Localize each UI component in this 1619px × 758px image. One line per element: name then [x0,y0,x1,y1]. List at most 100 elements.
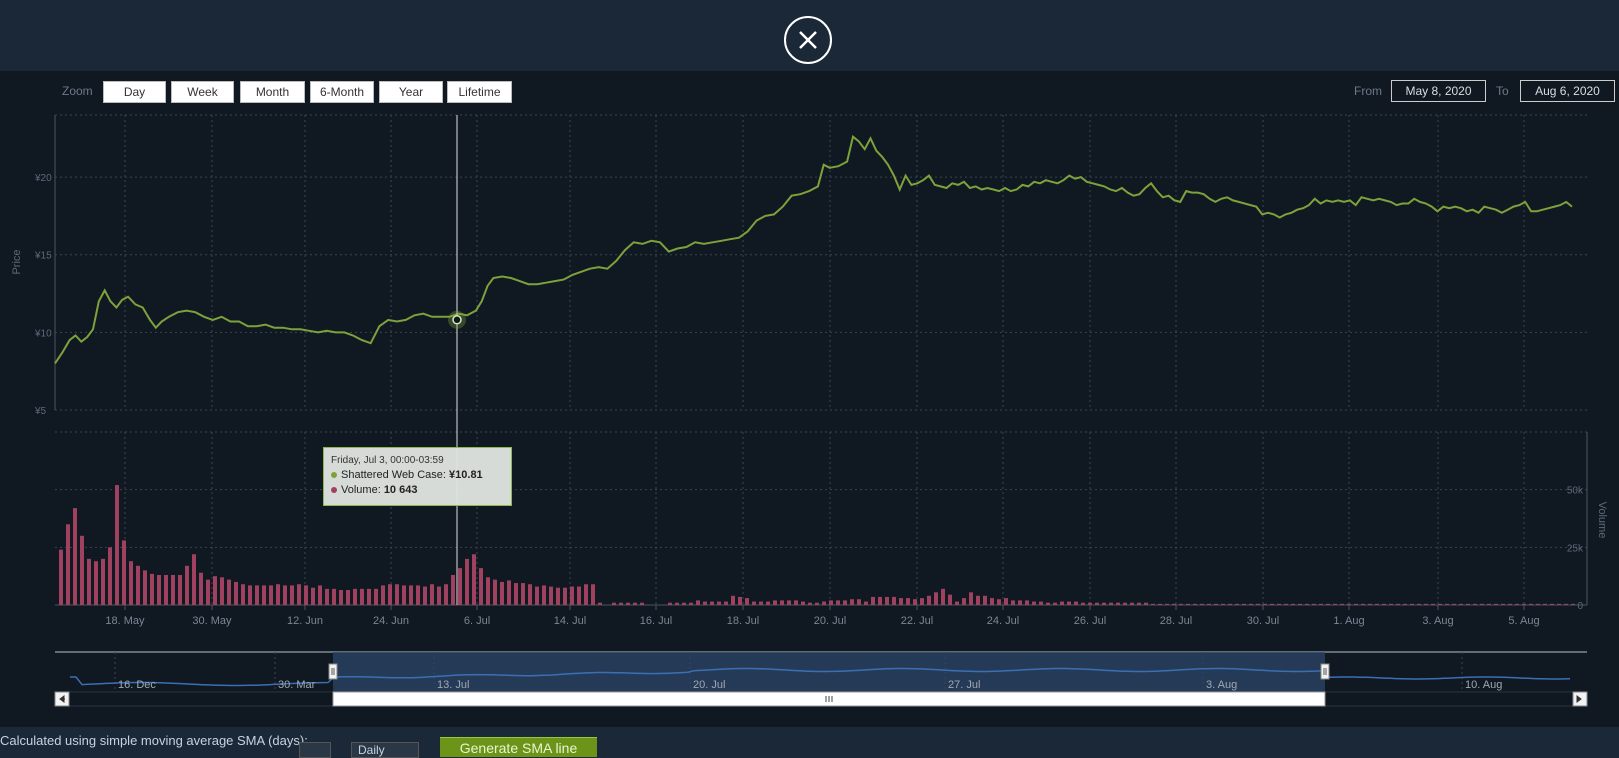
volume-bar [115,485,119,605]
volume-bar [486,577,490,605]
volume-bar [689,602,693,605]
volume-bar [598,602,602,605]
volume-y-tick-label: 50k [1567,486,1584,497]
volume-bar [94,561,98,605]
x-tick-label: 30. May [192,615,232,627]
navigator-tick-label: 3. Aug [1206,679,1237,691]
volume-bar [1116,602,1120,605]
volume-bar [1249,603,1253,605]
volume-bar [668,602,672,605]
volume-bar [1025,600,1029,605]
volume-bar [759,601,763,605]
volume-bar [220,577,224,605]
sma-interval-select[interactable]: Daily [351,742,419,758]
volume-bar [192,554,196,605]
volume-bar [479,568,483,605]
navigator-tick-label: 30. Mar [278,679,316,691]
volume-bar [367,588,371,605]
volume-bar [423,586,427,605]
x-tick-label: 18. Jul [727,615,759,627]
volume-bar [1522,603,1526,605]
volume-bar [1438,603,1442,605]
volume-bar [556,587,560,605]
volume-bar [304,585,308,605]
volume-bar [619,602,623,605]
volume-bar [360,588,364,605]
volume-bar [157,575,161,605]
volume-bar [1004,598,1008,605]
volume-bar [437,586,441,605]
volume-bar [983,595,987,605]
volume-bar [738,596,742,605]
volume-bar [990,598,994,605]
volume-bar [1312,603,1316,605]
volume-bar [234,581,238,605]
volume-bar [388,584,392,605]
volume-bar [1515,603,1519,605]
volume-bar [773,600,777,605]
volume-bar [1032,601,1036,605]
volume-bar [1410,603,1414,605]
volume-bar [395,584,399,605]
volume-bar [80,535,84,605]
volume-bar [1200,603,1204,605]
generate-sma-button[interactable]: Generate SMA line [440,737,597,757]
volume-bar [528,584,532,605]
volume-bar [927,595,931,605]
volume-bar [570,586,574,605]
navigator-tick-label: 20. Jul [693,679,725,691]
volume-bar [283,585,287,605]
volume-bar [920,598,924,605]
volume-bar [297,584,301,605]
volume-bar [101,558,105,605]
volume-bar [381,585,385,605]
navigator-right-handle[interactable] [1320,663,1330,680]
volume-bar [374,588,378,605]
volume-bar [430,584,434,605]
sma-days-input[interactable] [299,742,331,758]
volume-bar [871,596,875,605]
volume-bar [1193,603,1197,605]
x-tick-label: 20. Jul [814,615,846,627]
volume-bar [318,585,322,605]
price-volume-chart[interactable]: ¥5 ¥10 ¥15 ¥20 Price 0 25k 50k Volume 18. May 30. … [0,0,1619,748]
volume-bar [409,585,413,605]
volume-bar [1046,602,1050,605]
volume-bar [444,584,448,605]
volume-bar [710,601,714,605]
volume-bar [745,598,749,605]
volume-bar [1228,603,1232,605]
volume-bar [122,540,126,605]
volume-bar [514,583,518,605]
volume-bar [752,601,756,605]
volume-bar [1487,603,1491,605]
volume-bar [640,602,644,605]
volume-bar [1417,603,1421,605]
volume-bar [1060,601,1064,605]
volume-bar [801,601,805,605]
volume-bar [864,601,868,605]
volume-bar [1564,603,1568,605]
volume-bar [815,602,819,605]
volume-bar [1179,603,1183,605]
x-tick-label: 30. Jul [1247,615,1279,627]
price-y-tick-label: ¥5 [34,406,47,417]
volume-bar [1536,603,1540,605]
volume-bar [1221,603,1225,605]
x-tick-label: 16. Jul [640,615,672,627]
volume-bar [1081,602,1085,605]
volume-bar [948,594,952,605]
volume-bar [717,601,721,605]
volume-bar [976,595,980,605]
price-line [54,134,1573,364]
volume-bar [1452,603,1456,605]
volume-bar [1466,603,1470,605]
volume-bar [59,549,63,605]
volume-bar [822,601,826,605]
volume-bar [724,601,728,605]
x-tick-label: 26. Jul [1074,615,1106,627]
volume-bar [290,585,294,605]
volume-bar [493,579,497,605]
navigator-left-handle[interactable] [328,663,338,680]
volume-bar [136,565,140,605]
